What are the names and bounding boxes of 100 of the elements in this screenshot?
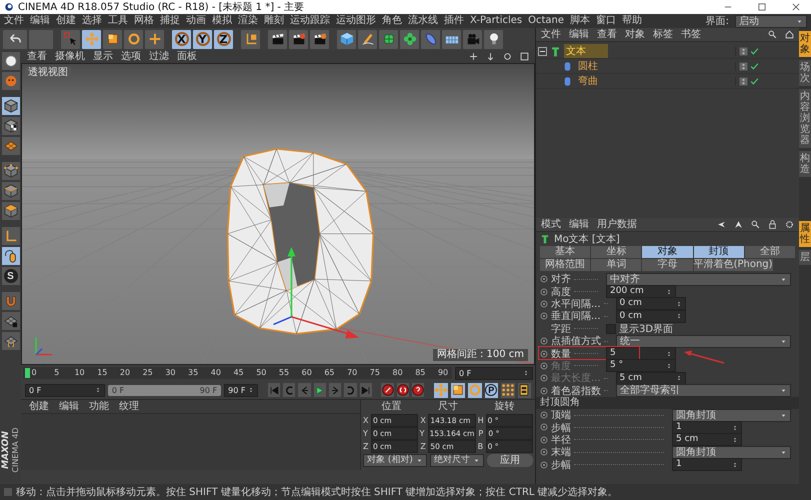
menu-item[interactable]: 捕捉 bbox=[160, 14, 180, 28]
menu-item[interactable]: 运动跟踪 bbox=[290, 14, 330, 28]
playback-button[interactable] bbox=[360, 383, 372, 397]
tool-button[interactable] bbox=[337, 30, 356, 48]
dropdown[interactable]: 圆角封顶 bbox=[672, 408, 791, 422]
number-field[interactable]: 1 bbox=[672, 458, 742, 472]
menu-item[interactable]: 模拟 bbox=[212, 14, 232, 28]
axis-lock-button[interactable]: Y bbox=[193, 30, 212, 48]
attribute-menu-item[interactable]: 用户数据 bbox=[597, 218, 637, 232]
key-button[interactable] bbox=[412, 383, 424, 397]
tree-item[interactable]: 圆柱 bbox=[576, 59, 620, 73]
size-mode-dropdown[interactable]: 绝对尺寸 bbox=[430, 454, 484, 467]
tree-item[interactable]: 弯曲 bbox=[576, 74, 620, 88]
menu-item[interactable]: Octane bbox=[528, 14, 564, 28]
material-menu-item[interactable]: 编辑 bbox=[59, 400, 79, 414]
object-menu-item[interactable]: 标签 bbox=[653, 28, 673, 42]
menu-item[interactable]: 插件 bbox=[444, 14, 464, 28]
attribute-menu-item[interactable]: 模式 bbox=[541, 218, 561, 232]
playback-button[interactable] bbox=[283, 383, 296, 397]
number-field[interactable]: 0 cm bbox=[616, 297, 686, 310]
viewport-menu-item[interactable]: 摄像机 bbox=[55, 50, 85, 64]
playback-button[interactable] bbox=[329, 383, 342, 397]
object-menu-item[interactable]: 查看 bbox=[597, 28, 617, 42]
menu-item[interactable]: 选择 bbox=[82, 14, 102, 28]
material-menu-item[interactable]: 纹理 bbox=[119, 400, 139, 414]
tab[interactable]: 坐标 bbox=[591, 246, 642, 258]
viewport-menu-item[interactable]: 查看 bbox=[27, 50, 47, 64]
tool-button[interactable] bbox=[484, 30, 503, 48]
dropdown[interactable]: 全部字母索引 bbox=[616, 384, 791, 398]
viewport[interactable]: 透视视图 网格间距 : 100 cm bbox=[21, 63, 535, 365]
end-frame-field[interactable]: 90 F bbox=[224, 384, 258, 396]
axis-lock-button[interactable]: X bbox=[172, 30, 191, 48]
number-field[interactable]: 200 cm bbox=[606, 285, 676, 298]
undo-button[interactable] bbox=[3, 30, 27, 48]
viewport-menu-item[interactable]: 过滤 bbox=[149, 50, 169, 64]
key-track-button[interactable]: P bbox=[484, 382, 498, 398]
number-field[interactable]: 5 cm bbox=[672, 433, 742, 446]
attribute-menu-item[interactable]: 编辑 bbox=[569, 218, 589, 232]
tool-button[interactable] bbox=[2, 117, 20, 135]
checkbox-label[interactable]: 显示3D界面 bbox=[619, 322, 674, 336]
start-frame-field[interactable]: 0 F bbox=[25, 384, 105, 396]
tool-button[interactable] bbox=[2, 247, 20, 265]
current-frame-field[interactable]: 0 F bbox=[455, 366, 533, 380]
tab[interactable]: 封顶 bbox=[694, 246, 744, 258]
playback-button[interactable] bbox=[268, 383, 280, 397]
playback-button[interactable] bbox=[314, 383, 326, 397]
checkbox[interactable] bbox=[606, 324, 616, 334]
apply-button[interactable]: 应用 bbox=[486, 454, 534, 467]
side-tab[interactable]: 对象 bbox=[799, 31, 811, 57]
viewport-menu-item[interactable]: 选项 bbox=[121, 50, 141, 64]
object-menu-item[interactable]: 编辑 bbox=[569, 28, 589, 42]
side-tab[interactable]: 场次 bbox=[799, 60, 811, 86]
layout-dropdown[interactable]: 启动 bbox=[735, 14, 807, 28]
key-track-button[interactable] bbox=[434, 382, 448, 398]
tree-toggle[interactable] bbox=[538, 46, 547, 56]
tool-button[interactable] bbox=[2, 97, 20, 115]
tab[interactable]: 单词 bbox=[591, 259, 642, 271]
side-tab[interactable]: 层 bbox=[799, 250, 811, 265]
side-tab[interactable]: 内容浏览器 bbox=[799, 89, 811, 148]
timeline-ruler[interactable]: 0 5 10 15 20 25 30 35 40 45 50 55 60 65 70 75 80 85 90 bbox=[23, 367, 452, 379]
dropdown[interactable]: 圆角封顶 bbox=[672, 446, 791, 459]
tool-button[interactable]: S bbox=[2, 267, 20, 285]
tab[interactable]: 对象 bbox=[642, 246, 693, 258]
tab[interactable]: 平滑着色(Phong) bbox=[694, 259, 773, 271]
key-track-button[interactable] bbox=[468, 382, 482, 398]
number-field[interactable]: 5 bbox=[606, 347, 676, 360]
menu-item[interactable]: 窗口 bbox=[596, 14, 616, 28]
coordinate-mode-dropdown[interactable]: 对象 (相对) bbox=[363, 454, 427, 467]
tool-button[interactable] bbox=[358, 30, 377, 48]
tool-button[interactable] bbox=[310, 30, 329, 48]
tool-button[interactable] bbox=[289, 30, 308, 48]
dropdown[interactable]: 统一 bbox=[616, 334, 791, 348]
side-tab[interactable]: 属性 bbox=[799, 221, 811, 247]
tree-item[interactable]: 文本 bbox=[564, 44, 608, 58]
menu-item[interactable]: 工具 bbox=[108, 14, 128, 28]
record-button[interactable] bbox=[381, 383, 394, 397]
tool-button[interactable] bbox=[2, 202, 20, 220]
viewport-menu-item[interactable]: 显示 bbox=[93, 50, 113, 64]
tool-button[interactable] bbox=[2, 162, 20, 180]
menu-item[interactable]: 编辑 bbox=[30, 14, 50, 28]
menu-item[interactable]: 运动图形 bbox=[336, 14, 376, 28]
menu-item[interactable]: 雕刻 bbox=[264, 14, 284, 28]
material-menu-item[interactable]: 创建 bbox=[29, 400, 49, 414]
menu-item[interactable]: 帮助 bbox=[622, 14, 642, 28]
viewport-menu-item[interactable]: 面板 bbox=[177, 50, 197, 64]
auto-key-button[interactable] bbox=[396, 383, 409, 397]
number-field[interactable]: 0 cm bbox=[616, 310, 686, 323]
key-track-button[interactable] bbox=[450, 382, 465, 398]
tab[interactable]: 网格范围 bbox=[540, 259, 590, 271]
dropdown[interactable]: 中对齐 bbox=[606, 272, 791, 286]
menu-item[interactable]: 网格 bbox=[134, 14, 154, 28]
menu-item[interactable]: 文件 bbox=[4, 14, 24, 28]
menu-item[interactable]: 动画 bbox=[186, 14, 206, 28]
side-tab[interactable]: 构造 bbox=[799, 151, 811, 177]
tab[interactable]: 全部 bbox=[744, 246, 796, 258]
menu-item[interactable]: 创建 bbox=[56, 14, 76, 28]
frame-range-slider[interactable]: 0 F 90 F bbox=[108, 384, 222, 396]
object-menu-item[interactable]: 对象 bbox=[625, 28, 645, 42]
tool-button[interactable] bbox=[103, 30, 122, 48]
tool-button[interactable] bbox=[268, 30, 287, 48]
